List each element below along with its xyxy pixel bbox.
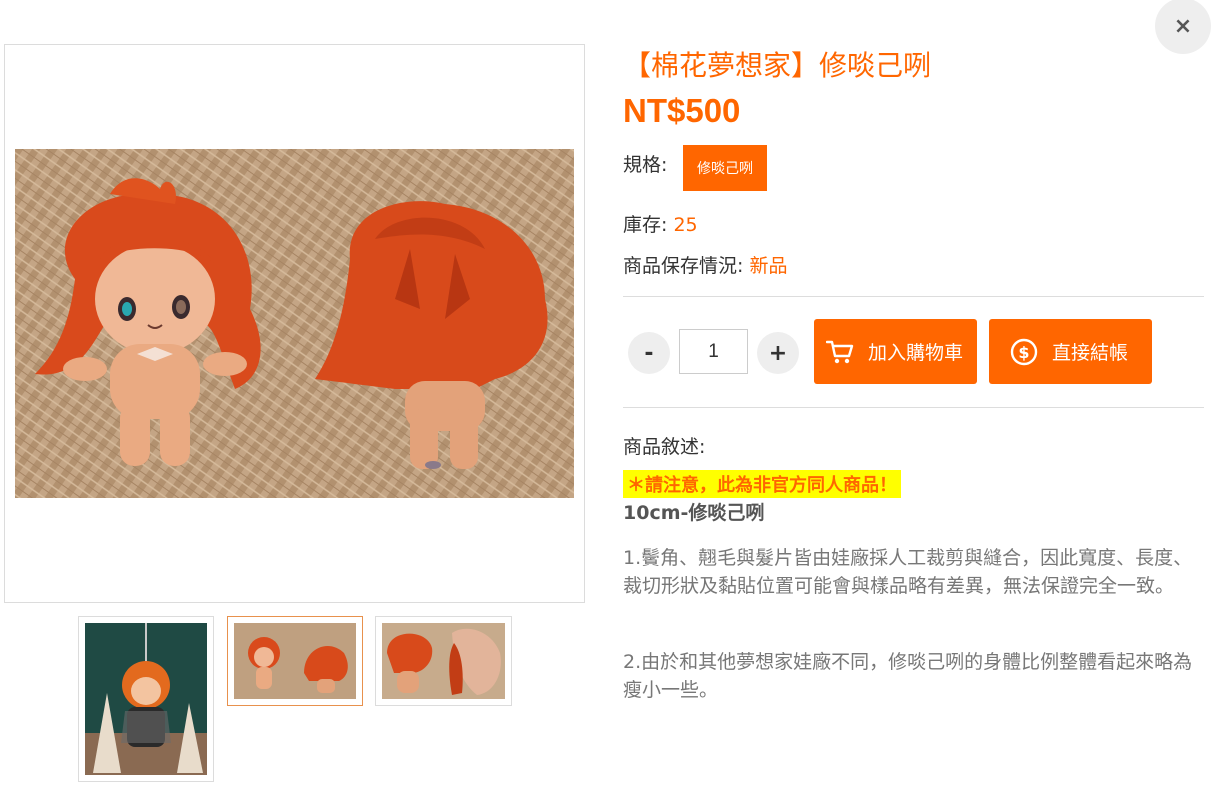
dollar-coin-icon: $ [1010,338,1038,365]
quantity-decrease-button[interactable]: - [628,332,670,374]
add-to-cart-label: 加入購物車 [868,342,964,364]
cart-icon [826,340,854,363]
divider-bottom [623,407,1204,408]
description-subheading: 10cm-修啖己咧 [623,502,765,524]
thumbnail-photo-keychain [85,623,207,775]
checkout-label: 直接結帳 [1052,342,1129,364]
condition-value: 新品 [749,255,788,277]
condition-label: 商品保存情況: [623,255,744,277]
thumbnail-3[interactable] [375,616,512,706]
description-paragraph-1: 1.鬢角、翹毛與髮片皆由娃廠採人工裁剪與縫合，因此寬度、長度、裁切形狀及黏貼位置… [623,547,1193,597]
product-title: 【棉花夢想家】修啖己咧 [623,49,932,82]
main-image-frame [4,44,585,603]
quantity-input[interactable] [679,329,748,374]
spec-label: 規格: [623,154,668,176]
thumbnail-photo-two-dolls [234,623,356,699]
stock-value: 25 [673,214,698,236]
unofficial-notice: ＊請注意，此為非官方同人商品！ [623,470,901,498]
quantity-increase-button[interactable]: + [757,332,799,374]
divider-top [623,296,1204,297]
stock-row: 庫存: 25 [623,210,698,237]
thumbnail-2[interactable] [227,616,363,706]
stock-label: 庫存: [623,214,668,236]
description-paragraph-2: 2.由於和其他夢想家娃廠不同，修啖己咧的身體比例整體看起來略為瘦小一些。 [623,651,1193,701]
description-label: 商品敘述: [623,436,706,458]
thumbnail-1[interactable] [78,616,214,782]
main-product-photo [15,149,574,498]
product-price: NT$500 [623,92,741,129]
close-icon: × [1173,13,1193,39]
thumbnail-photo-closeup [382,623,505,699]
add-to-cart-button[interactable]: 加入購物車 [814,319,977,384]
svg-text:$: $ [1018,343,1029,362]
close-button[interactable]: × [1155,0,1211,54]
spec-option-button[interactable]: 修啖己咧 [683,145,767,191]
condition-row: 商品保存情況: 新品 [623,251,787,278]
checkout-button[interactable]: $ 直接結帳 [989,319,1152,384]
